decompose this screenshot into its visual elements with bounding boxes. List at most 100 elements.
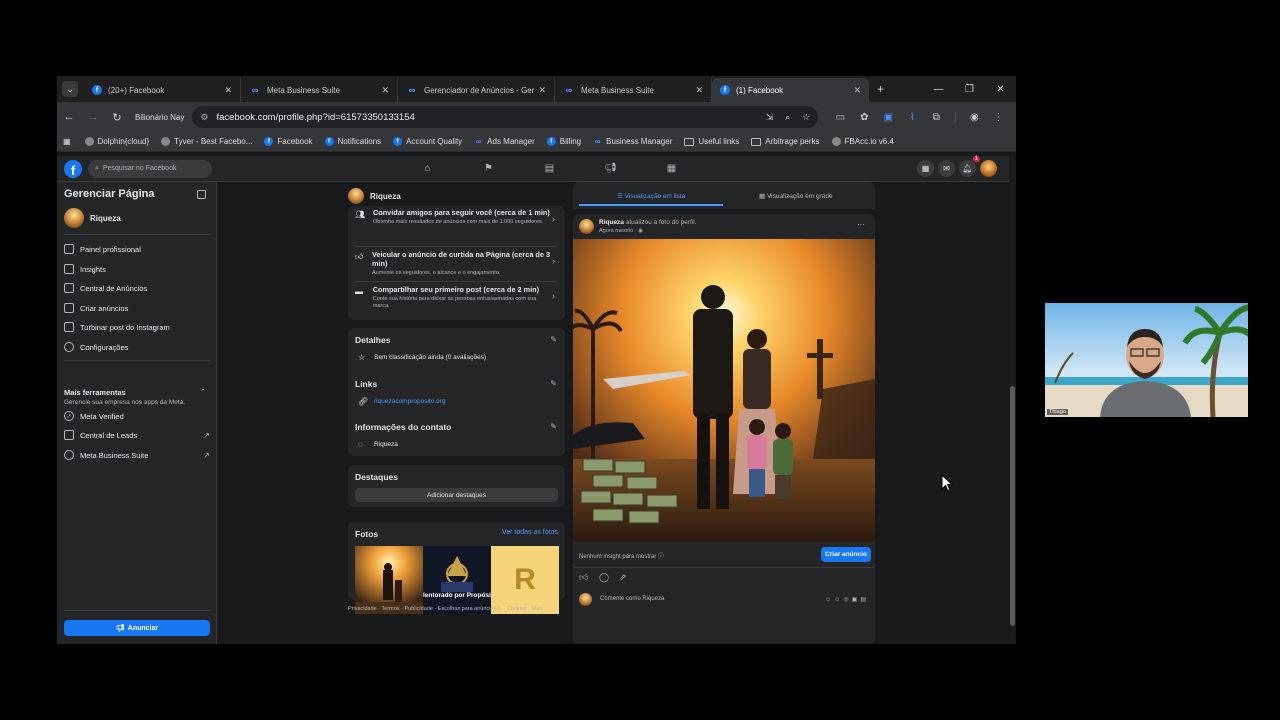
bookmark[interactable]: Tyver - Best Facebo... bbox=[161, 137, 252, 146]
minimize-icon[interactable]: — bbox=[923, 84, 954, 95]
address-bar[interactable]: ⚙ facebook.com/profile.php?id=6157335013… bbox=[192, 106, 819, 128]
bookmark[interactable]: Dolphin{cloud} bbox=[84, 137, 149, 146]
sidebar-item-configuracoes[interactable]: Configurações bbox=[64, 339, 210, 355]
bookmark[interactable]: f Facebook bbox=[264, 137, 313, 146]
calendar-icon[interactable]: ▦ bbox=[641, 163, 702, 174]
sidebar-item-painel[interactable]: Painel profissional bbox=[64, 241, 210, 257]
post-image[interactable] bbox=[573, 239, 875, 542]
browser-tab[interactable]: ∞ Meta Business Suite ✕ bbox=[241, 78, 398, 102]
bookmark-folder[interactable]: Useful links bbox=[684, 137, 739, 146]
bookmark[interactable]: FBAcc.io v6.4 bbox=[831, 137, 894, 146]
task-invite-friends[interactable]: 👥︎ Convidar amigos para seguir você (cer… bbox=[355, 208, 555, 226]
info-icon[interactable]: ⓘ bbox=[658, 554, 664, 560]
install-app-icon[interactable]: ⇲ bbox=[766, 112, 774, 123]
menu-icon[interactable]: ⋮ bbox=[986, 112, 1010, 123]
browser-tab-active[interactable]: f (1) Facebook ✕ bbox=[712, 78, 869, 102]
extension-icon[interactable]: ▣ bbox=[876, 112, 900, 123]
reload-icon[interactable]: ↻ bbox=[105, 111, 129, 124]
close-icon[interactable]: ✕ bbox=[853, 85, 861, 96]
video-icon[interactable]: ▭ bbox=[828, 112, 852, 123]
new-tab-button[interactable]: + bbox=[877, 82, 884, 96]
comment-tools-icons[interactable]: ☺☺◎▣▤ bbox=[825, 596, 869, 603]
footer-links[interactable]: Privacidade · Termos · Publicidade · Esc… bbox=[348, 606, 543, 612]
home-icon[interactable]: ⌂ bbox=[397, 163, 458, 174]
site-info-icon[interactable]: ⚙ bbox=[200, 112, 208, 123]
tab-search-button[interactable]: ⌄ bbox=[62, 81, 78, 97]
list-view-tab[interactable]: ☰ Visualização em lista bbox=[617, 192, 685, 200]
photo-thumbnail[interactable]: lentorado por Propósit bbox=[423, 546, 491, 614]
photo-thumbnail[interactable]: R bbox=[491, 546, 559, 614]
notifications-bell-icon[interactable]: 🔔︎ 1 bbox=[959, 156, 980, 177]
megaphone-icon[interactable]: 📢︎ bbox=[580, 163, 641, 174]
pencil-icon[interactable]: ✎ bbox=[550, 422, 557, 431]
comment-input[interactable]: Comente como Riqueza bbox=[600, 596, 825, 602]
back-icon[interactable]: ← bbox=[57, 111, 81, 123]
page-name[interactable]: Riqueza bbox=[370, 192, 401, 201]
website-link[interactable]: 🔗︎ riquezacomproposito.org bbox=[358, 397, 446, 406]
bookmark[interactable]: f Account Quality bbox=[393, 137, 462, 146]
chevron-up-icon[interactable]: ⌃ bbox=[200, 388, 206, 396]
account-avatar[interactable] bbox=[980, 160, 997, 177]
sidebar-item-meta-verified[interactable]: ✓ Meta Verified bbox=[64, 408, 210, 424]
post-author[interactable]: Riqueza bbox=[599, 219, 624, 226]
puzzle-icon[interactable]: ⧉ bbox=[924, 112, 948, 123]
browser-profile-name[interactable]: Bilionário Nay bbox=[135, 113, 184, 122]
comment-composer[interactable]: Comente como Riqueza ☺☺◎▣▤ bbox=[579, 592, 869, 606]
sidebar-item-turbinar[interactable]: Turbinar post do Instagram bbox=[64, 319, 210, 335]
bookmark-star-icon[interactable]: ☆ bbox=[802, 112, 810, 123]
scrollbar-thumb[interactable] bbox=[1010, 386, 1015, 626]
task-like-ad[interactable]: 👍︎ Veicular o anúncio de curtida na Pági… bbox=[355, 250, 555, 277]
sidebar-item-insights[interactable]: Insights bbox=[64, 261, 210, 277]
close-icon[interactable]: ✕ bbox=[695, 85, 703, 96]
see-all-photos-link[interactable]: Ver todas as fotos bbox=[502, 529, 558, 536]
bookmark[interactable]: ∞ Business Manager bbox=[593, 137, 673, 146]
collapse-sidebar-icon[interactable] bbox=[197, 190, 206, 199]
add-highlights-button[interactable]: Adicionar destaques bbox=[355, 488, 558, 502]
facebook-logo-icon[interactable]: f bbox=[64, 159, 82, 178]
bookmark[interactable]: f Notifications bbox=[324, 137, 381, 146]
page-scrollbar[interactable] bbox=[1009, 156, 1016, 644]
extension-icon[interactable]: ✿ bbox=[852, 112, 876, 123]
profile-icon[interactable]: ◉ bbox=[962, 112, 986, 123]
sidebar-page-profile[interactable]: Riqueza bbox=[64, 208, 121, 228]
bookmark[interactable]: ∞ Ads Manager bbox=[474, 137, 535, 146]
menu-grid-icon[interactable]: ▦ bbox=[917, 160, 934, 177]
apps-icon[interactable]: ▦ bbox=[63, 137, 71, 146]
bookmark-folder[interactable]: Arbitrage perks bbox=[751, 137, 820, 146]
post-author-avatar[interactable] bbox=[579, 219, 594, 234]
close-icon[interactable]: ✕ bbox=[381, 85, 389, 96]
pencil-icon[interactable]: ✎ bbox=[550, 379, 557, 388]
share-icon[interactable]: ⇗ bbox=[619, 572, 627, 583]
post-more-icon[interactable]: ··· bbox=[857, 220, 865, 229]
sidebar-item-central-leads[interactable]: Central de Leads ↗ bbox=[64, 427, 210, 443]
pencil-icon[interactable]: ✎ bbox=[550, 335, 557, 344]
close-icon[interactable]: ✕ bbox=[538, 85, 546, 96]
task-first-post[interactable]: ▬ Compartilhar seu primeiro post (cerca … bbox=[355, 285, 555, 310]
anunciar-button[interactable]: 📢︎ Anunciar bbox=[64, 620, 210, 636]
comment-icon[interactable]: ◯ bbox=[599, 572, 609, 583]
grid-view-tab[interactable]: ▦ Visualização em grade bbox=[759, 192, 833, 200]
bookmark[interactable]: f Billing bbox=[546, 137, 581, 146]
create-ad-button[interactable]: Criar anúncio bbox=[821, 547, 871, 562]
browser-tab[interactable]: f (20+) Facebook ✕ bbox=[84, 78, 241, 102]
restore-icon[interactable]: ❐ bbox=[954, 84, 985, 95]
post-time[interactable]: Agora mesmo · ◉ bbox=[599, 228, 643, 234]
extension-icon[interactable]: ⌇ bbox=[900, 112, 924, 123]
more-tools-heading[interactable]: Mais ferramentas bbox=[64, 388, 126, 397]
zoom-icon[interactable]: ⌕ bbox=[785, 112, 790, 123]
like-icon[interactable]: 👍︎ bbox=[579, 572, 588, 583]
sidebar-item-meta-business-suite[interactable]: Meta Business Suite ↗ bbox=[64, 447, 210, 463]
browser-tab[interactable]: ∞ Meta Business Suite ✕ bbox=[555, 78, 712, 102]
flag-icon[interactable]: ⚑ bbox=[458, 163, 519, 174]
insights-icon[interactable]: ▤ bbox=[519, 163, 580, 174]
page-avatar[interactable] bbox=[348, 188, 364, 204]
browser-tab[interactable]: ∞ Gerenciador de Anúncios - Ger ✕ bbox=[398, 78, 555, 102]
messenger-icon[interactable]: ✉ bbox=[938, 160, 955, 177]
forward-icon[interactable]: → bbox=[81, 111, 105, 123]
close-window-icon[interactable]: ✕ bbox=[985, 84, 1016, 95]
close-icon[interactable]: ✕ bbox=[224, 85, 232, 96]
facebook-search-input[interactable]: ⌕ Pesquisar no Facebook bbox=[88, 159, 212, 178]
photo-thumbnail[interactable] bbox=[355, 546, 423, 614]
sidebar-item-central-anuncios[interactable]: Central de Anúncios bbox=[64, 280, 210, 296]
sidebar-item-criar-anuncios[interactable]: Criar anúncios bbox=[64, 300, 210, 316]
